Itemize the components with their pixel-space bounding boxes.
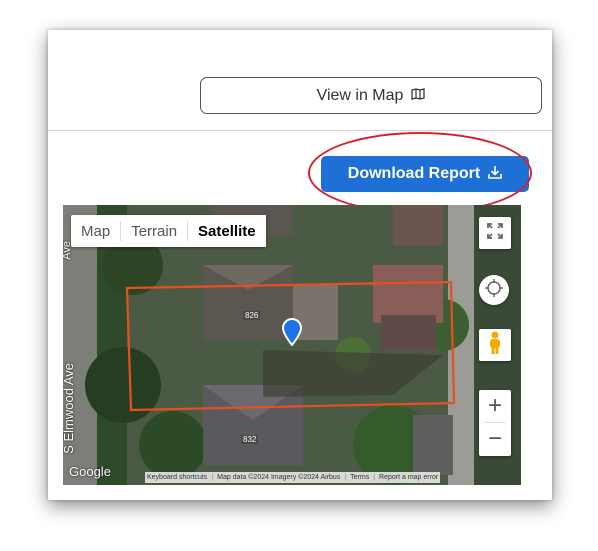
house-number-832: 832 <box>241 435 259 444</box>
map-type-terrain[interactable]: Terrain <box>121 215 187 247</box>
pegman-icon <box>488 331 502 359</box>
download-report-button[interactable]: Download Report <box>321 156 529 192</box>
street-label: S Elmwood Ave <box>63 363 76 454</box>
street-view-button[interactable] <box>479 329 511 361</box>
keyboard-shortcuts-link[interactable]: Keyboard shortcuts <box>147 474 207 481</box>
terms-link[interactable]: Terms <box>350 474 369 481</box>
fullscreen-button[interactable] <box>479 217 511 249</box>
house-number-826: 826 <box>243 311 261 320</box>
download-icon <box>488 165 503 184</box>
map-type-selector: Map Terrain Satellite <box>71 215 266 247</box>
zoom-out-button[interactable]: − <box>479 423 511 455</box>
zoom-controls: + − <box>479 390 511 456</box>
map-type-map[interactable]: Map <box>71 215 120 247</box>
section-divider <box>48 130 552 131</box>
fullscreen-icon <box>487 223 503 243</box>
satellite-map[interactable]: 826 832 Ave S Elmwood Ave Map Terrain Sa… <box>63 205 521 485</box>
map-type-satellite[interactable]: Satellite <box>188 215 266 247</box>
my-location-button[interactable] <box>479 275 509 305</box>
attribution-separator: | <box>344 474 347 481</box>
map-attribution: Keyboard shortcuts | Map data ©2024 Imag… <box>145 472 441 483</box>
attribution-separator: | <box>211 474 214 481</box>
zoom-in-button[interactable]: + <box>479 390 511 422</box>
download-report-label: Download Report <box>347 165 481 182</box>
attribution-separator: | <box>373 474 376 481</box>
map-data-text: Map data ©2024 Imagery ©2024 Airbus <box>217 474 341 481</box>
view-in-map-label: View in Map <box>316 86 404 104</box>
map-icon <box>411 87 426 105</box>
crosshair-icon <box>485 279 503 301</box>
view-in-map-button[interactable]: View in Map <box>200 77 542 114</box>
property-card: View in Map Download Report 826 832 Ave … <box>48 30 552 500</box>
google-logo: Google <box>69 464 111 479</box>
location-pin-icon[interactable] <box>281 318 303 350</box>
report-map-error-link[interactable]: Report a map error <box>379 474 438 481</box>
